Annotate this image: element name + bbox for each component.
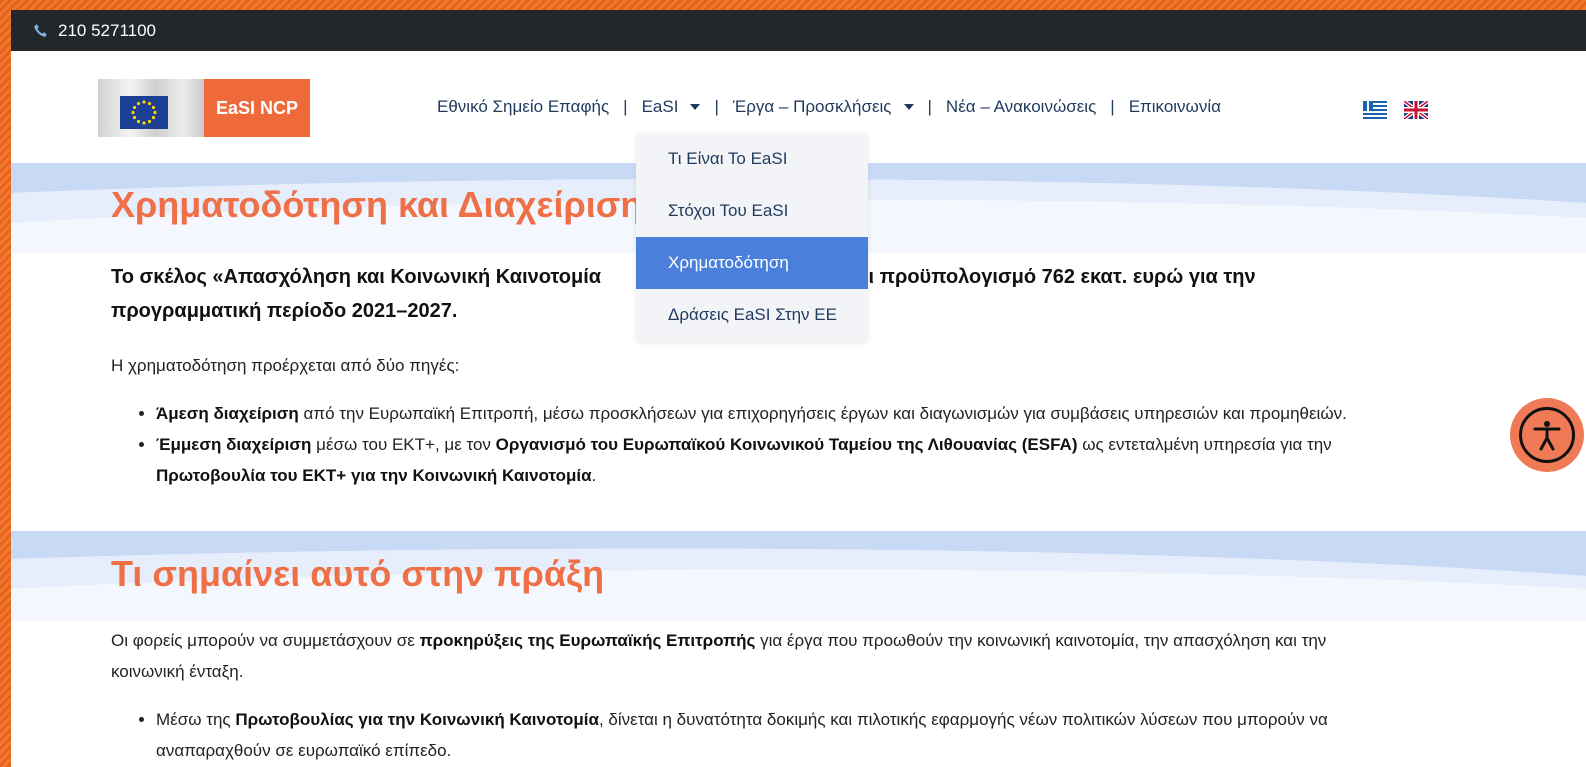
phone-link[interactable]: 210 5271100 <box>58 21 156 41</box>
nav-item-label: Επικοινωνία <box>1128 97 1221 116</box>
nav-item-label: EaSI <box>641 97 679 116</box>
eu-logo <box>98 79 204 137</box>
site-logo[interactable]: EaSI NCP <box>98 79 310 137</box>
bullet-text: από την Ευρωπαϊκή Επιτροπή, μέσω προσκλή… <box>298 404 1347 423</box>
lead-text-b: έτει προϋπολογισμό 762 εκατ. ευρώ για τη… <box>841 266 1256 288</box>
nav-item-label: Νέα – Ανακοινώσεις <box>945 97 1097 116</box>
accessibility-icon <box>1519 407 1575 463</box>
dropdown-item-what-is-easi[interactable]: Τι Είναι Το EaSI <box>636 133 868 185</box>
funding-sources-list: Άμεση διαχείριση από την Ευρωπαϊκή Επιτρ… <box>156 398 1406 491</box>
list-item: Μέσω της Πρωτοβουλίας για την Κοινωνική … <box>156 704 1406 766</box>
easi-dropdown-menu: Τι Είναι Το EaSI Στόχοι Του EaSI Χρηματο… <box>636 133 868 341</box>
bullet-text: Μέσω της <box>156 710 236 729</box>
intro-text: Οι φορείς μπορούν να συμμετάσχουν σε <box>111 631 420 650</box>
nav-item-national-contact[interactable]: Εθνικό Σημείο Επαφής <box>437 97 609 117</box>
nav-item-news[interactable]: Νέα – Ανακοινώσεις <box>946 97 1096 117</box>
nav-item-projects-calls[interactable]: Έργα – Προσκλήσεις <box>733 97 914 117</box>
nav-separator: | <box>1110 97 1115 116</box>
nav-item-easi[interactable]: EaSI <box>642 97 701 117</box>
practice-intro: Οι φορείς μπορούν να συμμετάσχουν σε προ… <box>111 625 1401 687</box>
nav-separator: | <box>714 97 719 116</box>
top-bar: 210 5271100 <box>11 10 1586 51</box>
phone-icon <box>33 23 49 39</box>
language-switcher <box>1363 101 1428 119</box>
greek-flag-icon[interactable] <box>1363 101 1387 119</box>
eu-flag-icon <box>120 96 168 129</box>
intro-bold: προκηρύξεις της Ευρωπαϊκής Επιτροπής <box>419 631 756 650</box>
section-title: Τι σημαίνει αυτό στην πράξη <box>111 553 605 594</box>
dropdown-item-easi-actions[interactable]: Δράσεις EaSI Στην ΕΕ <box>636 289 868 341</box>
nav-separator: | <box>927 97 932 116</box>
bullet-text: ως εντεταλμένη υπηρεσία για την <box>1077 435 1332 454</box>
accessibility-button[interactable] <box>1510 398 1584 472</box>
nav-separator: | <box>623 97 628 116</box>
dropdown-item-easi-goals[interactable]: Στόχοι Του EaSI <box>636 185 868 237</box>
nav-item-label: Εθνικό Σημείο Επαφής <box>437 97 610 116</box>
list-item: Άμεση διαχείριση από την Ευρωπαϊκή Επιτρ… <box>156 398 1406 429</box>
chevron-down-icon <box>690 104 701 110</box>
lead-text-a: Το σκέλος «Απασχόληση και Κοινωνική Καιν… <box>111 266 602 288</box>
bullet-bold: Πρωτοβουλία του ΕΚΤ+ για την Κοινωνική Κ… <box>156 466 592 485</box>
page: 210 5271100 EaSI NCP Εθνικό Σημείο Επαφή… <box>11 10 1586 767</box>
bullet-bold: Πρωτοβουλίας για την Κοινωνική Καινοτομί… <box>235 710 599 729</box>
uk-flag-icon[interactable] <box>1404 101 1428 119</box>
bullet-bold: Έμμεση διαχείριση <box>156 435 312 454</box>
funding-intro: Η χρηματοδότηση προέρχεται από δύο πηγές… <box>111 356 460 375</box>
chevron-down-icon <box>903 104 914 110</box>
logo-text: EaSI NCP <box>204 79 310 137</box>
section-title: Χρηματοδότηση και Διαχείριση <box>111 184 643 225</box>
practice-list: Μέσω της Πρωτοβουλίας για την Κοινωνική … <box>156 704 1406 766</box>
lead-text-c: προγραμματική περίοδο 2021–2027. <box>111 300 458 322</box>
bullet-bold: Άμεση διαχείριση <box>156 404 299 423</box>
list-item: Έμμεση διαχείριση μέσω του ΕΚΤ+, με τον … <box>156 429 1406 491</box>
dropdown-item-funding[interactable]: Χρηματοδότηση <box>636 237 868 289</box>
bullet-text: μέσω του ΕΚΤ+, με τον <box>311 435 496 454</box>
nav-item-label: Έργα – Προσκλήσεις <box>732 97 892 116</box>
nav-item-contact[interactable]: Επικοινωνία <box>1129 97 1221 117</box>
bullet-bold: Οργανισμό του Ευρωπαϊκού Κοινωνικού Ταμε… <box>495 435 1078 454</box>
main-nav: Εθνικό Σημείο Επαφής | EaSI | Έργα – Προ… <box>437 97 1221 117</box>
bullet-text: . <box>591 466 597 485</box>
